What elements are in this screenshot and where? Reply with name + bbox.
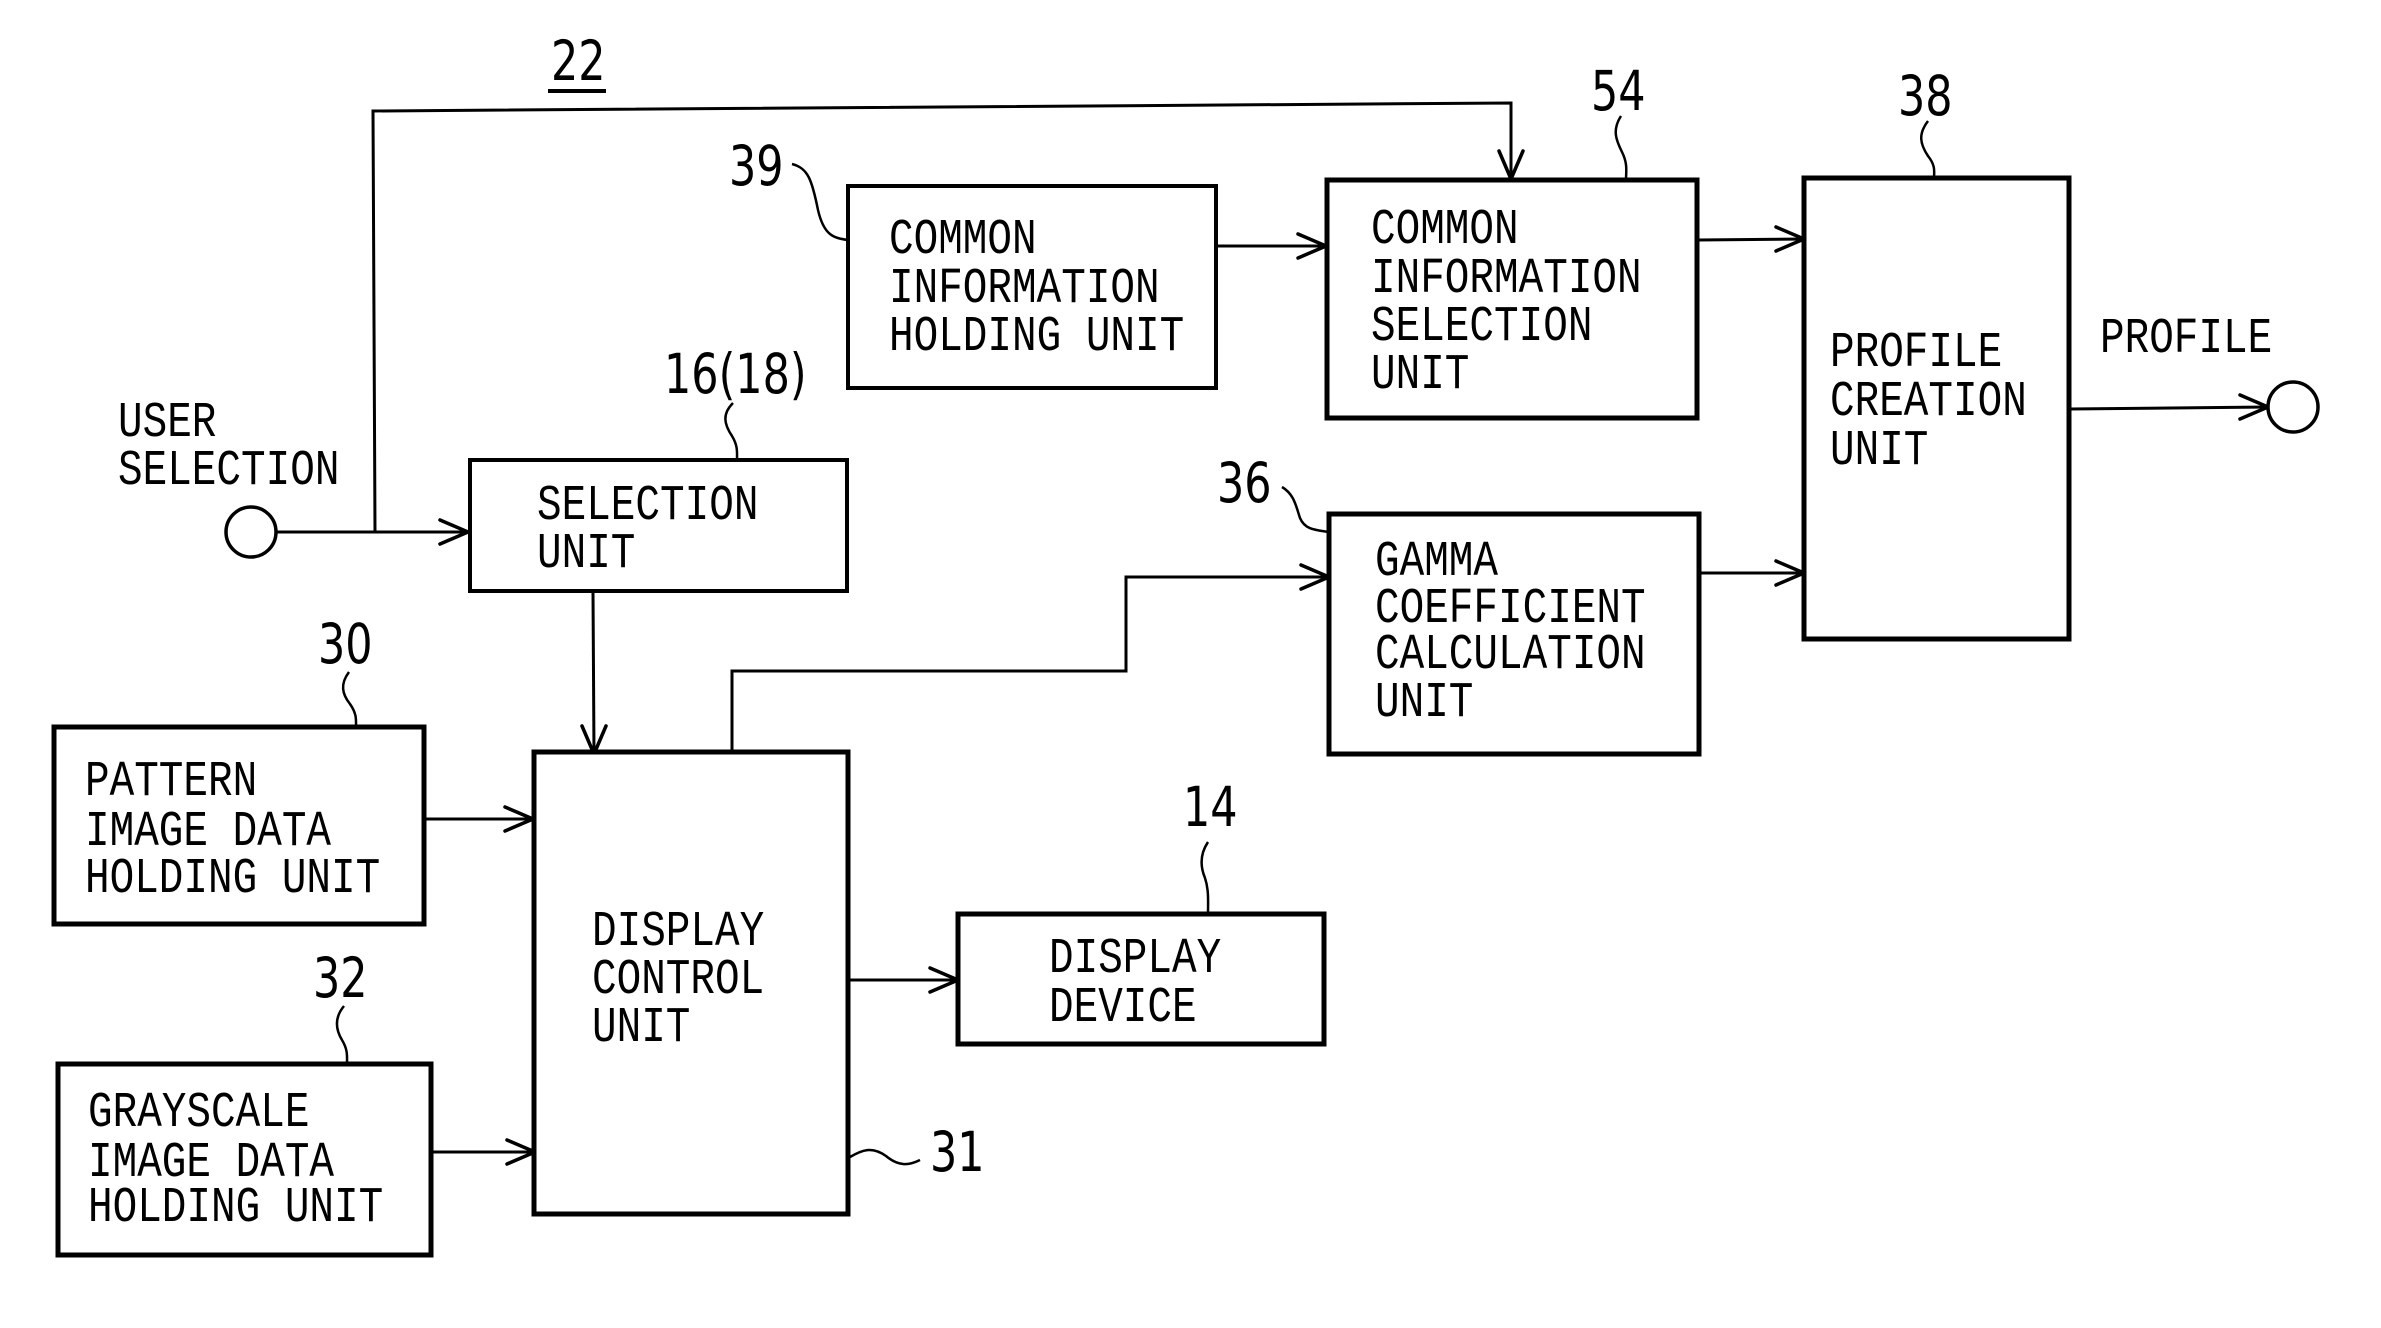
ref-numeral: 30 [318, 612, 373, 677]
leader-line [1920, 120, 1936, 179]
ref-numeral: 39 [729, 134, 784, 199]
figure-reference-number: 22 [551, 29, 606, 94]
ref-numeral: 16(18) [664, 342, 807, 407]
block-label-line: UNIT [1375, 674, 1473, 731]
block-label-line: DEVICE [1049, 979, 1197, 1036]
figure-reference: 22 [548, 29, 606, 94]
block-label-line: HOLDING UNIT [88, 1179, 383, 1236]
wire-common-selection-to-profile [1697, 237, 1805, 242]
ref-numeral: 36 [1217, 451, 1272, 516]
user-selection-label: USER SELECTION [118, 394, 339, 499]
block-profile-creation: PROFILE CREATION UNIT 38 [1801, 64, 2072, 642]
leader-line [724, 402, 739, 461]
leader-line [1200, 841, 1210, 915]
ref-numeral: 14 [1183, 775, 1238, 840]
block-pattern-image: PATTERN IMAGE DATA HOLDING UNIT 30 [51, 612, 427, 927]
leader-line [335, 1005, 349, 1065]
leader-line [1281, 485, 1330, 534]
user-selection-input-terminal [224, 505, 278, 559]
ref-numeral: 31 [930, 1120, 985, 1185]
block-selection-unit: SELECTION UNIT 16(18) [468, 342, 849, 593]
block-label-line: HOLDING UNIT [85, 850, 380, 907]
leader-line [1614, 115, 1628, 181]
block-label-line: GRAYSCALE [88, 1084, 309, 1141]
ref-numeral: 32 [313, 946, 368, 1011]
ref-numeral: 54 [1591, 59, 1646, 124]
profile-output-terminal [2266, 380, 2320, 434]
wire-selection-to-display-control [591, 591, 596, 755]
block-grayscale-image: GRAYSCALE IMAGE DATA HOLDING UNIT 32 [55, 946, 434, 1258]
leader-line [341, 671, 358, 728]
profile-output-label: PROFILE [2100, 310, 2272, 367]
block-diagram: 22 USER SELECTION PROFILE COMMON INFORMA… [51, 29, 2320, 1258]
wire-profile-to-output [2069, 405, 2269, 411]
block-display-device: DISPLAY DEVICE 14 [955, 775, 1327, 1047]
ref-numeral: 38 [1898, 64, 1953, 129]
leader-line [791, 162, 849, 242]
leader-line [849, 1148, 921, 1166]
wire-display-control-to-gamma [730, 575, 1329, 752]
block-label-line: UNIT [1830, 422, 1928, 479]
block-label-line: UNIT [592, 999, 690, 1056]
block-label-line: UNIT [537, 525, 635, 582]
block-label-line: PATTERN [85, 753, 257, 810]
block-display-control: DISPLAY CONTROL UNIT 31 [531, 749, 985, 1217]
user-selection-label-line: SELECTION [118, 442, 339, 499]
block-label-line: HOLDING UNIT [889, 308, 1184, 365]
block-gamma-calc: GAMMA COEFFICIENT CALCULATION UNIT 36 [1217, 451, 1702, 757]
block-label-line: UNIT [1371, 346, 1469, 403]
profile-output-label-text: PROFILE [2100, 310, 2272, 367]
